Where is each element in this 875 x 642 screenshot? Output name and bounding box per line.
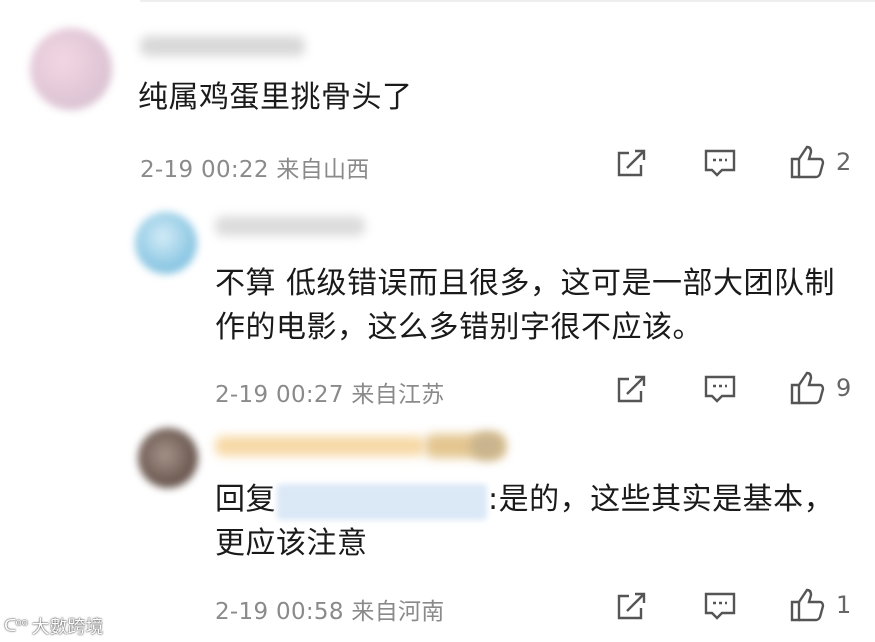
avatar[interactable] [138, 428, 198, 488]
avatar[interactable] [135, 212, 197, 274]
reply-button[interactable] [703, 372, 737, 406]
top-divider [140, 0, 875, 2]
comment-icon [704, 592, 736, 620]
thumbs-up-icon [790, 588, 825, 622]
comment-text: 纯属鸡蛋里挑骨头了 [138, 80, 413, 115]
comment-meta: 2-19 00:22 来自山西 [140, 157, 370, 183]
comment-meta: 2-19 00:58 来自河南 [215, 599, 445, 625]
thumbs-up-icon [790, 145, 825, 179]
like-button[interactable]: 2 [788, 143, 851, 181]
comment-meta: 2-19 00:27 来自江苏 [215, 382, 445, 408]
share-icon [617, 592, 646, 620]
share-button[interactable] [613, 146, 649, 182]
avatar[interactable] [30, 28, 112, 110]
comment-text: 不算 低级错误而且很多，这可是一部大团队制作的电影，这么多错别字很不应该。 [215, 266, 836, 345]
reply-button[interactable] [703, 146, 737, 180]
like-count: 2 [836, 148, 852, 176]
share-button[interactable] [613, 589, 649, 625]
like-button[interactable]: 9 [788, 369, 851, 407]
reply-button[interactable] [703, 589, 737, 623]
share-icon [617, 149, 646, 177]
mention-blurred[interactable]: x [277, 484, 487, 520]
reply-prefix: 回复 [215, 482, 276, 517]
share-icon [617, 375, 646, 403]
comment-icon [704, 149, 736, 177]
username-blurred[interactable] [140, 36, 305, 56]
comment-text: 回复x:是的，这些其实是基本，更应该注意 [215, 478, 835, 566]
watermark: ᑕᵒᵒ 大數跨境 [4, 613, 103, 639]
share-button[interactable] [613, 372, 649, 408]
username-blurred[interactable] [215, 436, 425, 456]
like-button[interactable]: 1 [788, 586, 851, 624]
like-count: 9 [836, 374, 852, 402]
like-count: 1 [836, 591, 852, 619]
watermark-text: 大數跨境 [31, 617, 104, 638]
thumbs-up-icon [790, 371, 825, 405]
comment-icon [704, 375, 736, 403]
user-badge-icon [470, 432, 504, 460]
watermark-logo: ᑕᵒᵒ [4, 616, 29, 636]
username-blurred[interactable] [215, 216, 365, 236]
